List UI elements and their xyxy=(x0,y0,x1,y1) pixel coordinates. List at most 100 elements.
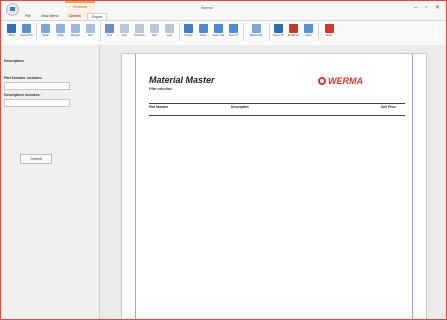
export-label: Export To xyxy=(273,34,284,37)
watermark-button[interactable]: Watermark xyxy=(246,24,266,37)
open-icon xyxy=(304,24,313,33)
group-divider xyxy=(269,23,270,41)
scale-label: Scale xyxy=(57,34,64,37)
close-preview-button[interactable]: Close xyxy=(321,24,337,37)
zoom-in-label: Zoom In xyxy=(228,34,239,37)
tab-file[interactable]: File xyxy=(21,13,35,20)
logo-text: WERMA xyxy=(328,76,363,86)
ribbon-tabs: File View Menu Options Export xyxy=(21,13,108,20)
group-divider xyxy=(36,23,37,41)
window-title: Werma xyxy=(201,6,213,10)
werma-logo: WERMA xyxy=(318,76,363,86)
open-label: Open xyxy=(305,34,312,37)
email-label: E-Mail As xyxy=(288,34,299,37)
last-page-button[interactable]: Last xyxy=(163,24,176,37)
filter-label: Filter selection: xyxy=(149,87,173,91)
pointer-button[interactable]: Pointer xyxy=(182,24,195,37)
binoculars-icon xyxy=(105,24,114,33)
previous-page-icon xyxy=(135,24,144,33)
margin-line xyxy=(135,54,136,319)
email-icon xyxy=(289,24,298,33)
column-header-unit-price: Unit Price xyxy=(381,105,396,109)
title-bar: Finance Werma – ▫ ✕ File View Menu Optio… xyxy=(1,1,446,22)
report-title: Material Master xyxy=(149,75,215,85)
part-number-input[interactable] xyxy=(4,82,70,90)
scale-button[interactable]: Scale xyxy=(54,24,67,37)
size-label: Size xyxy=(87,34,94,37)
export-to-button[interactable]: Export To xyxy=(272,24,285,37)
previous-page-button[interactable]: Previous xyxy=(133,24,146,37)
zoom-label: Zoom xyxy=(200,34,207,37)
parameters-panel: Description Part Number includes: Descri… xyxy=(1,45,100,319)
watermark-label: Watermark xyxy=(249,34,263,37)
zoom-out-button[interactable]: Zoom Out xyxy=(212,24,225,37)
tab-export[interactable]: Export xyxy=(86,13,108,20)
werma-logo-icon xyxy=(318,77,326,85)
find-button[interactable]: Find xyxy=(103,24,116,37)
group-divider xyxy=(243,23,244,41)
margin-line xyxy=(412,54,413,319)
zoom-button[interactable]: Zoom xyxy=(197,24,210,37)
margins-label: Margins xyxy=(70,34,81,37)
pointer-icon xyxy=(184,24,193,33)
maximize-button[interactable]: ▫ xyxy=(422,4,431,13)
report-page: Material Master Filter selection: WERMA … xyxy=(121,53,427,319)
first-label: First xyxy=(121,34,128,37)
next-page-icon xyxy=(150,24,159,33)
margins-icon xyxy=(71,24,80,33)
minimize-button[interactable]: – xyxy=(411,4,420,13)
group-divider xyxy=(179,23,180,41)
ribbon-toolbar: Print Quick Print Setup Scale Margins Si… xyxy=(1,20,446,61)
close-preview-icon xyxy=(324,24,334,33)
context-tab-label: Finance xyxy=(72,4,88,9)
tab-options[interactable]: Options xyxy=(65,13,85,20)
export-icon xyxy=(274,24,283,33)
watermark-icon xyxy=(251,24,261,33)
setup-label: Setup xyxy=(42,34,49,37)
quick-print-button[interactable]: Quick Print xyxy=(20,24,33,37)
printer-icon xyxy=(7,24,16,33)
tab-view-menu[interactable]: View Menu xyxy=(37,13,63,20)
header-rule xyxy=(149,115,405,116)
first-page-icon xyxy=(120,24,129,33)
quick-print-label: Quick Print xyxy=(20,34,33,37)
close-label: Close xyxy=(325,34,333,37)
zoom-out-label: Zoom Out xyxy=(212,34,225,37)
group-divider xyxy=(100,23,101,41)
zoom-out-icon xyxy=(214,24,223,33)
next-page-button[interactable]: Next xyxy=(148,24,161,37)
close-window-button[interactable]: ✕ xyxy=(433,4,442,13)
size-button[interactable]: Size xyxy=(84,24,97,37)
column-header-description: Description xyxy=(231,105,249,109)
scale-icon xyxy=(56,24,65,33)
column-header-part-number: Part Number xyxy=(149,105,169,109)
print-button[interactable]: Print xyxy=(5,24,18,37)
description-input[interactable] xyxy=(4,99,70,107)
submit-button[interactable]: Submit xyxy=(20,154,52,164)
print-label: Print xyxy=(8,34,15,37)
zoom-in-button[interactable]: Zoom In xyxy=(227,24,240,37)
last-label: Last xyxy=(167,34,172,37)
page-setup-icon xyxy=(41,24,50,33)
margins-button[interactable]: Margins xyxy=(69,24,82,37)
pointer-label: Pointer xyxy=(184,34,193,37)
report-preview-area: Material Master Filter selection: WERMA … xyxy=(100,45,446,319)
open-button[interactable]: Open xyxy=(302,24,315,37)
previous-label: Previous xyxy=(134,34,145,37)
size-icon xyxy=(86,24,95,33)
zoom-icon xyxy=(199,24,208,33)
part-number-label: Part Number includes: xyxy=(4,76,43,80)
last-page-icon xyxy=(165,24,174,33)
header-rule xyxy=(149,103,405,104)
quick-print-icon xyxy=(22,24,31,33)
next-label: Next xyxy=(151,34,158,37)
first-page-button[interactable]: First xyxy=(118,24,131,37)
description-label: Description includes: xyxy=(4,93,41,97)
application-menu-button[interactable] xyxy=(6,3,19,16)
description-heading: Description xyxy=(4,59,24,63)
zoom-in-icon xyxy=(229,24,238,33)
find-label: Find xyxy=(106,34,113,37)
application-window: Finance Werma – ▫ ✕ File View Menu Optio… xyxy=(0,0,447,320)
setup-button[interactable]: Setup xyxy=(39,24,52,37)
email-as-button[interactable]: E-Mail As xyxy=(287,24,300,37)
